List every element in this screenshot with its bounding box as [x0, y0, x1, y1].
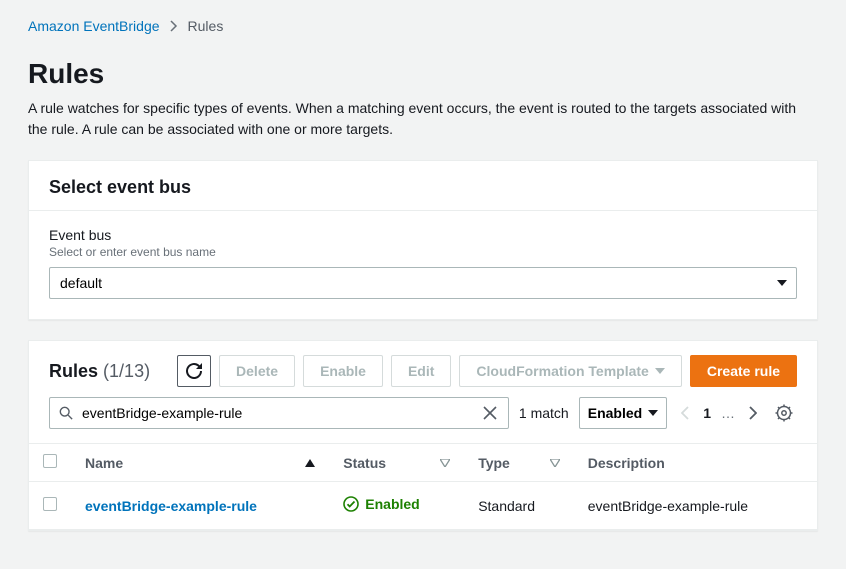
sort-icon [550, 459, 560, 467]
refresh-icon [186, 363, 202, 379]
select-all-checkbox[interactable] [43, 454, 57, 468]
select-event-bus-panel: Select event bus Event bus Select or ent… [28, 160, 818, 320]
sort-icon [440, 459, 450, 467]
table-settings-button[interactable] [771, 400, 797, 426]
chevron-right-icon [170, 20, 178, 32]
create-rule-button[interactable]: Create rule [690, 355, 797, 387]
table-row: eventBridge-example-rule Enabled Standar… [29, 482, 817, 530]
page-number: 1 [703, 405, 711, 421]
row-checkbox[interactable] [43, 497, 57, 511]
breadcrumb-current: Rules [188, 18, 224, 34]
delete-button[interactable]: Delete [219, 355, 295, 387]
enable-button[interactable]: Enable [303, 355, 383, 387]
column-header-description[interactable]: Description [574, 444, 817, 482]
prev-page-button[interactable] [677, 402, 693, 424]
chevron-left-icon [681, 406, 689, 420]
status-badge: Enabled [343, 496, 419, 512]
chevron-right-icon [749, 406, 757, 420]
event-bus-field-hint: Select or enter event bus name [49, 245, 797, 259]
refresh-button[interactable] [177, 355, 211, 387]
caret-down-icon [648, 410, 658, 416]
close-icon [483, 406, 497, 420]
rules-search-input[interactable] [49, 397, 509, 429]
pagination: 1 … [677, 402, 761, 424]
status-filter-select[interactable]: Enabled [579, 397, 667, 429]
column-header-status[interactable]: Status [329, 444, 464, 482]
event-bus-select[interactable]: default [49, 267, 797, 299]
rule-type: Standard [464, 482, 574, 530]
gear-icon [775, 404, 793, 422]
page-dots: … [721, 405, 735, 421]
search-icon [59, 406, 73, 420]
event-bus-panel-title: Select event bus [49, 177, 797, 198]
column-header-type[interactable]: Type [464, 444, 574, 482]
next-page-button[interactable] [745, 402, 761, 424]
sort-asc-icon [305, 459, 315, 467]
cloudformation-template-button[interactable]: CloudFormation Template [459, 355, 681, 387]
clear-search-button[interactable] [477, 404, 503, 422]
match-count: 1 match [519, 405, 569, 421]
breadcrumb-root-link[interactable]: Amazon EventBridge [28, 18, 160, 34]
column-header-name[interactable]: Name [71, 444, 329, 482]
breadcrumb: Amazon EventBridge Rules [28, 18, 818, 34]
rules-panel: Rules (1/13) Delete Enable Edit CloudFor… [28, 340, 818, 531]
page-description: A rule watches for specific types of eve… [28, 98, 818, 140]
page-title: Rules [28, 58, 818, 90]
caret-down-icon [655, 368, 665, 374]
event-bus-field-label: Event bus [49, 227, 797, 243]
rule-description: eventBridge-example-rule [574, 482, 817, 530]
edit-button[interactable]: Edit [391, 355, 451, 387]
check-circle-icon [343, 496, 359, 512]
rules-title: Rules (1/13) [49, 361, 150, 382]
rules-table: Name Status Type [29, 443, 817, 530]
